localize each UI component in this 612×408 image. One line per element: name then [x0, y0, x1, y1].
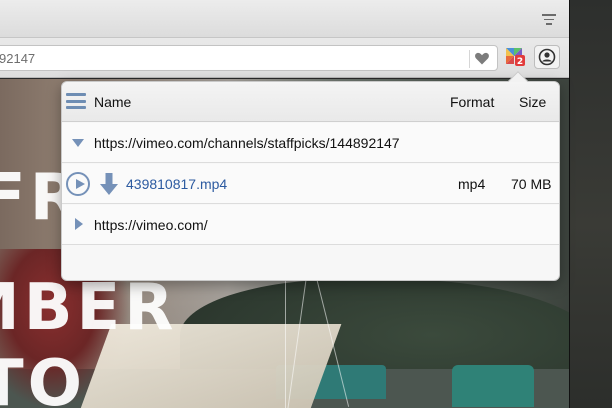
file-size: 70 MB	[511, 176, 552, 192]
download-popup: Name Format Size https://vimeo.com/chann…	[61, 71, 560, 281]
extension-badge: 2	[517, 57, 523, 67]
video-downloader-icon[interactable]: 2	[504, 45, 526, 67]
toolbar: 92147	[0, 38, 569, 78]
group-row[interactable]: https://vimeo.com/	[62, 205, 559, 245]
chevron-down-icon[interactable]	[72, 139, 84, 147]
address-bar[interactable]: 92147	[0, 45, 498, 71]
column-header-name[interactable]: Name	[94, 94, 131, 110]
address-text[interactable]: 92147	[0, 51, 35, 66]
popup-header: Name Format Size	[62, 82, 559, 122]
banner-text-line: MBER	[0, 271, 178, 345]
file-name-link[interactable]: 439810817.mp4	[126, 176, 227, 192]
account-button[interactable]	[534, 45, 560, 69]
chevron-right-icon[interactable]	[75, 218, 83, 230]
column-header-format[interactable]: Format	[450, 94, 494, 110]
banner-text-line: TO	[0, 347, 87, 408]
title-bar	[0, 0, 569, 38]
file-format: mp4	[458, 176, 486, 192]
heart-icon[interactable]	[473, 49, 491, 67]
group-url: https://vimeo.com/	[94, 217, 208, 233]
play-icon[interactable]	[66, 172, 90, 196]
column-header-size[interactable]: Size	[519, 94, 546, 110]
background-tank	[452, 365, 534, 407]
group-row[interactable]: https://vimeo.com/channels/staffpicks/14…	[62, 123, 559, 163]
menu-icon[interactable]	[66, 93, 86, 109]
download-arrow-icon[interactable]	[100, 172, 118, 196]
desktop-background	[570, 0, 612, 408]
account-icon	[538, 48, 556, 66]
file-row[interactable]: 439810817.mp4 mp4 70 MB	[62, 164, 559, 204]
group-url: https://vimeo.com/channels/staffpicks/14…	[94, 135, 400, 151]
address-divider	[469, 50, 470, 68]
list-menu-icon[interactable]	[542, 14, 556, 26]
